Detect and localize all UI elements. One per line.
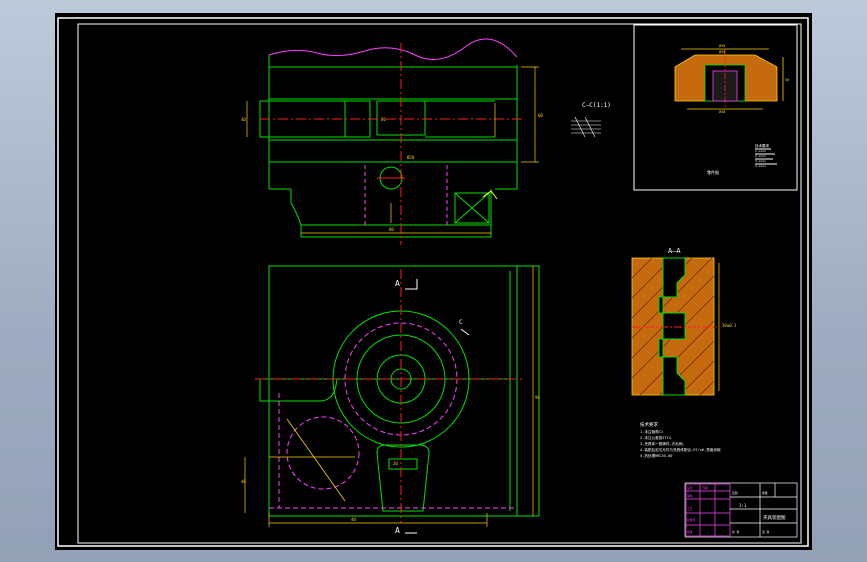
left-hidden-circle xyxy=(286,416,360,490)
section-arrow-c xyxy=(460,328,470,336)
tech-req-line-4: 4.装配后定位元件与夹具体配合,H7/n6,表面渗碳 xyxy=(640,447,721,452)
dim-bottom-width: 20 xyxy=(381,117,386,122)
dim-inset-side: 50 xyxy=(785,78,789,82)
dim-left: 40 xyxy=(241,117,246,122)
cc-section xyxy=(571,116,601,138)
cad-viewport[interactable]: C—C(1:1) A—A A A C Ø20 80 60 20 40 30±0.… xyxy=(55,13,812,550)
dim-inset-bottom: Ø48 xyxy=(719,109,725,114)
aa-section xyxy=(631,257,720,396)
label-cc: C—C(1:1) xyxy=(582,102,611,109)
inset-part xyxy=(674,48,784,110)
title-cell-4: 标准化 xyxy=(687,518,696,522)
title-name: 夹具装配图 xyxy=(763,514,786,521)
label-a-bottom: A xyxy=(395,526,400,535)
dim-top-width: 80 xyxy=(389,227,394,232)
dim-side-height: 60 xyxy=(538,113,543,118)
inset-caption: 零件图 xyxy=(707,169,719,175)
title-cell-3: 工艺 xyxy=(687,507,693,511)
tech-req-line-2: 2.未注公差按IT14 xyxy=(640,435,671,440)
inset-frame xyxy=(633,24,798,191)
label-a-top: A xyxy=(395,279,400,288)
dim-front-2: 90 xyxy=(535,395,540,400)
top-view xyxy=(259,38,518,238)
tech-req-title: 技术要求 xyxy=(640,421,658,428)
break-line xyxy=(268,38,518,60)
title-scale: 1:1 xyxy=(739,503,747,508)
title-cell-10: 第 张 xyxy=(762,530,769,534)
section-arrow-a-top xyxy=(405,279,418,290)
title-cell-5: 批准 xyxy=(687,530,693,534)
dim-front-3: 20 xyxy=(393,461,398,466)
tech-req-line-3: 3.夹具体一般铸件,去毛刺。 xyxy=(640,441,686,446)
inset-note-title: 技术要求 xyxy=(755,143,769,148)
title-cell-6: 日期 xyxy=(702,486,708,490)
title-cell-9: 共 张 xyxy=(732,530,739,534)
tech-req-line-1: 1.未注倒角C1 xyxy=(640,429,663,434)
title-block xyxy=(684,482,798,538)
title-cell-8: 重量 xyxy=(762,491,768,495)
title-cell-7: 比例 xyxy=(732,491,738,495)
dim-inset-top-1: Ø36 xyxy=(719,43,725,48)
dim-front-4: 40 xyxy=(241,479,246,484)
inset-note-1: 1.xxxx xyxy=(755,149,766,153)
dim-hole-dia: Ø20 xyxy=(407,155,415,160)
inset-note-3: 3.xxxx xyxy=(755,159,766,163)
dim-aa-height: 30±0.1 xyxy=(722,323,737,328)
inset-note-2: 2.xxxx xyxy=(755,154,766,158)
label-aa: A—A xyxy=(668,247,681,255)
inset-note-4: 4.xxxx xyxy=(755,164,766,168)
title-cell-1: 设计 xyxy=(687,486,693,490)
dim-inset-top-2: Ø28 xyxy=(719,49,725,54)
title-cell-2: 审核 xyxy=(687,494,693,498)
tech-req-line-5: 5.热处理HRC55-60 xyxy=(640,453,672,458)
plan-view xyxy=(259,265,540,517)
dim-front-1: 40 xyxy=(351,517,356,522)
cad-drawing: C—C(1:1) A—A A A C Ø20 80 60 20 40 30±0.… xyxy=(57,17,809,547)
label-c: C xyxy=(459,319,463,326)
